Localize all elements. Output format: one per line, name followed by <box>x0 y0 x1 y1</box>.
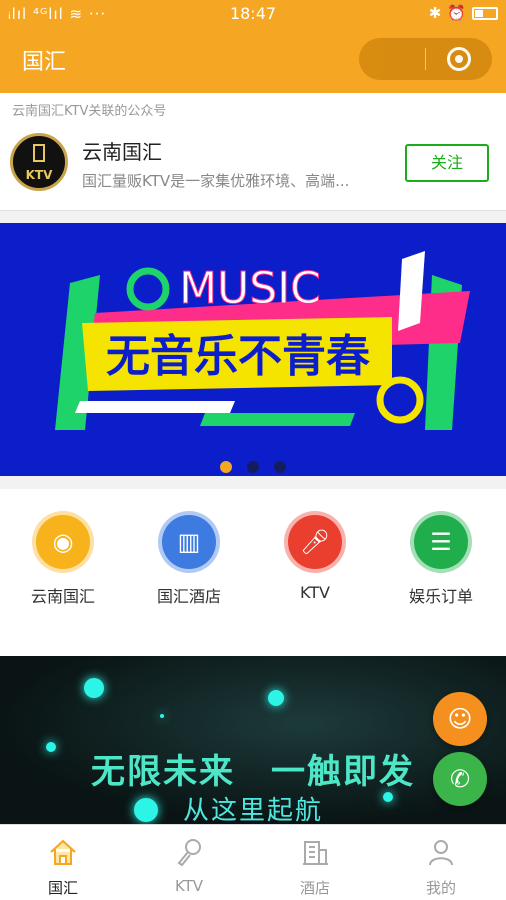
customer-service-button[interactable]: ☺ <box>433 692 487 746</box>
promo-subline: 从这里起航 <box>182 796 323 824</box>
tab-label: 酒店 <box>299 879 330 897</box>
tab-me[interactable]: 我的 <box>378 825 504 900</box>
tab-label: KTV <box>174 877 204 895</box>
tab-label: 我的 <box>425 879 456 897</box>
carousel-indicators <box>0 458 506 477</box>
carousel-dot-2[interactable] <box>247 461 259 473</box>
music-disc-icon: ◉ <box>32 511 94 573</box>
promo-headline: 无限未来 一触即发 <box>91 752 415 792</box>
banner-carousel[interactable]: MUSIC 无音乐不青春 <box>0 223 506 476</box>
follow-button[interactable]: 关注 <box>405 144 489 182</box>
nav-label: 娱乐订单 <box>408 587 473 606</box>
decor-bubble <box>84 678 104 698</box>
banner-white-bar <box>75 401 235 413</box>
decor-bubble <box>160 714 164 718</box>
clipboard-icon: ☰ <box>410 511 472 573</box>
official-account-card: 云南国汇KTV关联的公众号 KTV 云南国汇 国汇量贩KTV是一家集优雅环境、高… <box>0 93 506 211</box>
nav-item-yunnan-guohui[interactable]: ◉ 云南国汇 <box>0 511 126 607</box>
logo-emblem-icon <box>33 144 45 162</box>
tab-ktv[interactable]: KTV <box>126 825 252 900</box>
phone-icon: ✆ <box>449 765 471 793</box>
call-button[interactable]: ✆ <box>433 752 487 806</box>
nav-label: KTV <box>300 583 330 602</box>
banner-green-ring <box>126 267 170 311</box>
building-icon: ▥ <box>158 511 220 573</box>
account-description: 国汇量贩KTV是一家集优雅环境、高端... <box>82 172 350 190</box>
page-title: 国汇 <box>22 50 67 75</box>
user-icon <box>429 840 453 866</box>
microphone-icon: 🎤︎ <box>284 511 346 573</box>
building-icon <box>303 841 328 865</box>
logo-text: KTV <box>25 168 53 182</box>
official-account-hint: 云南国汇KTV关联的公众号 <box>12 104 167 119</box>
nav-label: 国汇酒店 <box>156 587 221 606</box>
promo-banner[interactable]: 无限未来 一触即发 从这里起航 <box>0 656 506 824</box>
home-icon <box>50 839 76 865</box>
nav-label: 云南国汇 <box>30 587 95 606</box>
miniprogram-capsule: •●• <box>359 38 492 80</box>
carousel-dot-3[interactable] <box>274 461 287 473</box>
tab-label: 国汇 <box>47 879 78 897</box>
nav-item-hotel[interactable]: ▥ 国汇酒店 <box>126 511 252 607</box>
top-bar: ᵢlıl ⁴ᴳlıl ≋ ··· 18:47 ✱ ⏰ 国汇 •●• <box>0 0 506 93</box>
nav-item-ktv[interactable]: 🎤︎ KTV <box>252 511 378 602</box>
more-icon[interactable]: •●• <box>377 50 506 71</box>
tab-home[interactable]: 国汇 <box>0 825 126 900</box>
nav-grid: ◉ 云南国汇 ▥ 国汇酒店 🎤︎ KTV ☰ 娱乐订单 <box>0 489 506 656</box>
account-logo[interactable]: KTV <box>10 133 68 191</box>
headset-icon: ☺ <box>447 705 473 733</box>
capsule-divider <box>425 48 426 70</box>
banner-artwork: MUSIC 无音乐不青春 <box>55 251 470 430</box>
tab-hotel[interactable]: 酒店 <box>252 825 378 900</box>
carousel-dot-1[interactable] <box>219 461 232 473</box>
banner-green-bar <box>200 413 355 426</box>
decor-bubble <box>268 690 284 706</box>
banner-slogan: 无音乐不青春 <box>106 331 370 382</box>
microphone-icon <box>177 839 201 867</box>
app-screen: ᵢlıl ⁴ᴳlıl ≋ ··· 18:47 ✱ ⏰ 国汇 •●• 云南国汇KT… <box>0 0 506 900</box>
status-bar: ᵢlıl ⁴ᴳlıl ≋ ··· 18:47 ✱ ⏰ <box>0 0 506 28</box>
account-name: 云南国汇 <box>82 140 162 164</box>
battery-icon <box>472 6 498 20</box>
nav-item-orders[interactable]: ☰ 娱乐订单 <box>378 511 504 607</box>
tab-bar: 国汇 KTV 酒店 我的 <box>0 824 506 900</box>
bluetooth-icon: ✱ <box>428 4 442 22</box>
alarm-icon: ⏰ <box>447 4 466 22</box>
status-right: ✱ ⏰ <box>429 4 498 22</box>
banner-music-word: MUSIC <box>179 263 321 314</box>
banner-yellow-ring <box>376 376 424 424</box>
close-miniprogram-icon[interactable] <box>447 47 471 71</box>
